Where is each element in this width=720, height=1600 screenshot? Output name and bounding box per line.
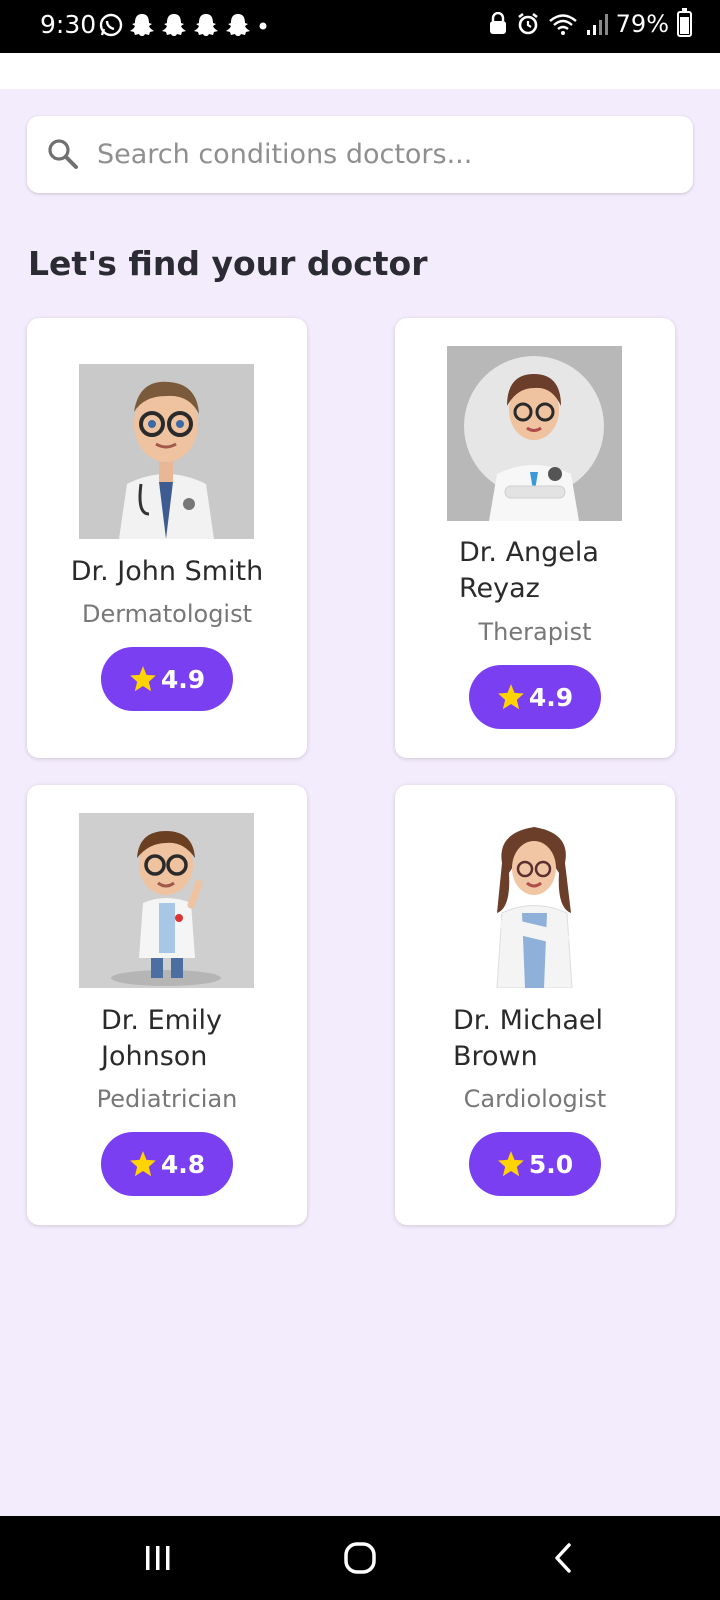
doctor-name-line2: Reyaz <box>459 573 540 604</box>
search-bar[interactable] <box>27 116 693 193</box>
whatsapp-icon <box>99 13 123 37</box>
doctor-specialty: Cardiologist <box>463 1085 607 1113</box>
rating-badge[interactable]: 4.9 <box>469 665 601 729</box>
doctor-card-angela-reyaz[interactable]: Dr. Angela Reyaz Therapist 4.9 <box>395 318 675 758</box>
doctor-avatar <box>79 813 254 988</box>
doctor-name: Dr. Emily Johnson <box>101 1003 222 1075</box>
home-icon <box>344 1542 376 1574</box>
back-button[interactable] <box>534 1536 594 1580</box>
lock-icon <box>489 12 506 34</box>
doctor-specialty: Therapist <box>478 618 592 646</box>
doctor-card-michael-brown[interactable]: Dr. Michael Brown Cardiologist 5.0 <box>395 785 675 1225</box>
snapchat-icon <box>130 14 154 36</box>
star-icon <box>130 1151 156 1177</box>
doctor-avatar <box>447 346 622 521</box>
rating-value: 5.0 <box>528 1149 574 1179</box>
snapchat-icon <box>194 14 218 36</box>
doctor-card-emily-johnson[interactable]: Dr. Emily Johnson Pediatrician 4.8 <box>27 785 307 1225</box>
doctor-name-line2: Brown <box>453 1041 538 1072</box>
doctor-name: Dr. John Smith <box>27 554 307 590</box>
system-status: 79% <box>488 8 692 38</box>
search-icon <box>48 139 78 169</box>
doctor-avatar <box>447 813 622 988</box>
battery-icon <box>677 8 692 37</box>
doctor-name-line1: Dr. Emily <box>101 1005 222 1036</box>
status-bar: 9:30 79% <box>0 0 720 53</box>
recents-icon <box>146 1546 170 1570</box>
rating-value: 4.9 <box>160 664 206 694</box>
signal-icon <box>586 14 608 35</box>
page-title: Let's find your doctor <box>28 244 428 283</box>
rating-value: 4.8 <box>160 1149 206 1179</box>
back-icon <box>555 1543 571 1573</box>
doctor-specialty: Pediatrician <box>96 1085 238 1113</box>
star-icon <box>130 666 156 692</box>
rating-badge[interactable]: 4.9 <box>101 647 233 711</box>
alarm-icon <box>517 12 538 35</box>
doctor-name-line1: Dr. Michael <box>453 1005 603 1036</box>
dot-icon <box>259 22 267 30</box>
wifi-icon <box>548 14 577 35</box>
rating-value: 4.9 <box>528 682 574 712</box>
status-time: 9:30 <box>40 10 97 39</box>
rating-badge[interactable]: 5.0 <box>469 1132 601 1196</box>
recents-button[interactable] <box>128 1536 188 1580</box>
search-input[interactable] <box>97 132 667 176</box>
battery-fill <box>680 16 689 34</box>
doctor-name-line1: Dr. John Smith <box>70 556 264 587</box>
snapchat-icon <box>162 14 186 36</box>
doctor-specialty: Dermatologist <box>81 600 253 628</box>
doctor-name-line1: Dr. Angela <box>459 537 599 568</box>
star-icon <box>498 684 524 710</box>
system-nav-bar <box>0 1516 720 1600</box>
battery-percent: 79% <box>615 10 669 38</box>
rating-badge[interactable]: 4.8 <box>101 1132 233 1196</box>
doctor-name-line2: Johnson <box>101 1041 208 1072</box>
star-icon <box>498 1151 524 1177</box>
doctor-name: Dr. Angela Reyaz <box>459 535 599 607</box>
notification-icons <box>98 12 270 38</box>
snapchat-icon <box>226 14 250 36</box>
doctor-avatar <box>79 364 254 539</box>
doctor-card-john-smith[interactable]: Dr. John Smith Dermatologist 4.9 <box>27 318 307 758</box>
home-button[interactable] <box>330 1536 390 1580</box>
doctor-name: Dr. Michael Brown <box>453 1003 603 1075</box>
app-bar <box>0 53 720 89</box>
